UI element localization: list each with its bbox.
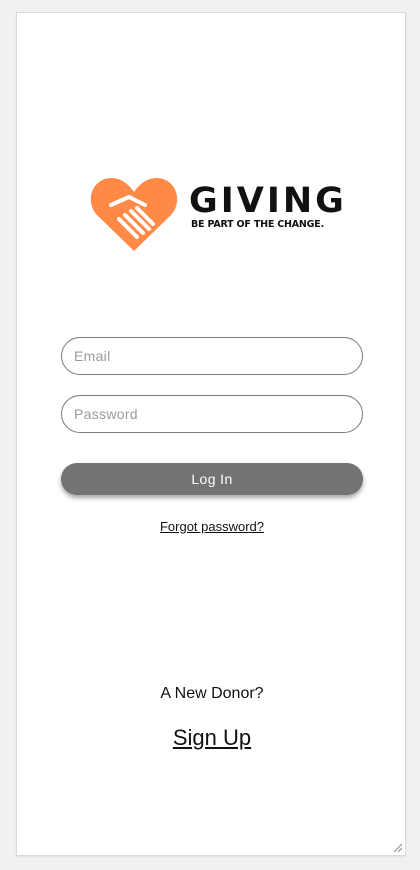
brand-tagline: BE PART OF THE CHANGE. <box>191 219 324 230</box>
sign-up-link[interactable]: Sign Up <box>17 725 407 751</box>
resize-handle-icon[interactable] <box>391 841 403 853</box>
brand-name: GIVING <box>189 181 347 221</box>
new-donor-prompt: A New Donor? <box>160 685 264 702</box>
login-card: GIVING BE PART OF THE CHANGE. Log In For… <box>16 12 406 856</box>
email-field[interactable] <box>61 337 363 375</box>
login-button[interactable]: Log In <box>61 463 363 495</box>
forgot-password-link[interactable]: Forgot password? <box>17 519 407 534</box>
giving-logo: GIVING BE PART OF THE CHANGE. <box>89 175 344 255</box>
heart-handshake-icon <box>90 178 178 251</box>
password-field[interactable] <box>61 395 363 433</box>
